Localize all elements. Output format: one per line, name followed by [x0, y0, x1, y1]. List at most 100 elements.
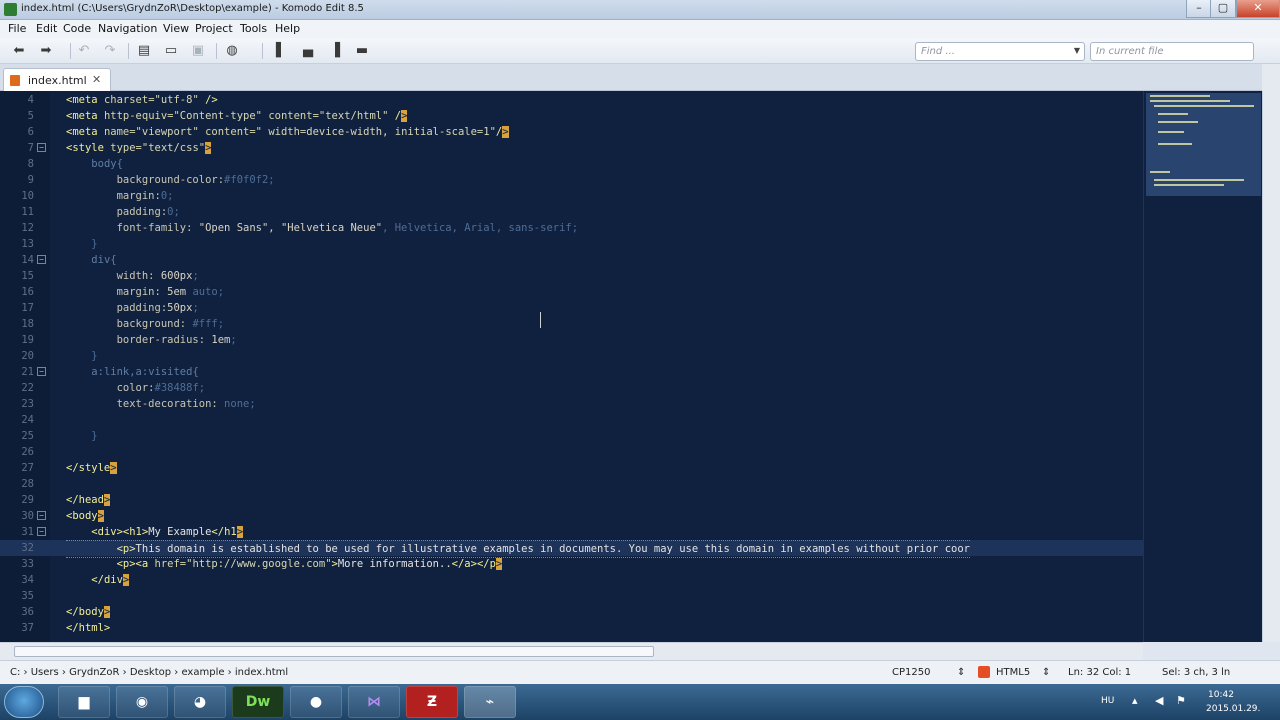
code-line[interactable]: 22 color:#38488f; [0, 380, 1143, 396]
fold-toggle-icon[interactable]: − [37, 143, 46, 152]
code-line[interactable]: 19 border-radius: 1em; [0, 332, 1143, 348]
clock-date[interactable]: 2015.01.29. [1206, 704, 1260, 714]
start-button[interactable] [4, 686, 44, 718]
code-token: padding: [116, 206, 168, 218]
code-line[interactable]: 24 [0, 412, 1143, 428]
menu-tools[interactable]: Tools [240, 22, 267, 35]
chevron-down-icon[interactable]: ▼ [1074, 46, 1080, 55]
dreamweaver-icon[interactable]: Dw [232, 686, 284, 718]
visual-studio-icon[interactable]: ⋈ [348, 686, 400, 718]
menu-edit[interactable]: Edit [36, 22, 57, 35]
filezilla-icon[interactable]: Ƶ [406, 686, 458, 718]
tab-index-html[interactable]: index.html ✕ [3, 68, 111, 91]
breadcrumb-item[interactable]: Desktop [130, 667, 171, 678]
redo-icon[interactable]: ↷ [101, 42, 119, 60]
code-line[interactable]: 13 } [0, 236, 1143, 252]
maximize-button[interactable]: ▢ [1210, 0, 1236, 18]
code-line[interactable]: 10 margin:0; [0, 188, 1143, 204]
code-line[interactable]: 6 <meta name="viewport" content=" width=d… [0, 124, 1143, 140]
code-token: 0; [167, 206, 180, 218]
fold-toggle-icon[interactable]: − [37, 255, 46, 264]
code-line[interactable]: 20 } [0, 348, 1143, 364]
bottom-pane-icon[interactable]: ▄ [299, 42, 317, 60]
breadcrumb-item[interactable]: index.html [235, 667, 288, 678]
code-line[interactable]: 27 </style> [0, 460, 1143, 476]
undo-icon[interactable]: ↶ [75, 42, 93, 60]
vertical-scrollbar[interactable] [1262, 91, 1280, 642]
code-line[interactable]: 32 <p>This domain is established to be u… [0, 540, 1143, 558]
code-line[interactable]: 34 </div> [0, 572, 1143, 588]
code-line[interactable]: 4 <meta charset="utf-8" /> [0, 92, 1143, 108]
code-line[interactable]: 26 [0, 444, 1143, 460]
code-line[interactable]: 8 body{ [0, 156, 1143, 172]
tray-arrow-icon[interactable]: ▴ [1132, 694, 1138, 707]
code-line[interactable]: 11 padding:0; [0, 204, 1143, 220]
komodo-taskbar-icon[interactable]: ⌁ [464, 686, 516, 718]
network-flag-icon[interactable]: ⚑ [1176, 694, 1186, 707]
code-line[interactable]: 7− <style type="text/css"> [0, 140, 1143, 156]
encoding-selector[interactable]: CP1250 [892, 667, 930, 678]
language-selector[interactable]: HTML5 [996, 667, 1030, 678]
open-folder-icon[interactable]: ▭ [162, 42, 180, 60]
new-file-icon[interactable]: ▤ [135, 42, 153, 60]
code-line[interactable]: 29 </head> [0, 492, 1143, 508]
save-icon[interactable]: ▣ [189, 42, 207, 60]
code-line[interactable]: 23 text-decoration: none; [0, 396, 1143, 412]
minimap[interactable] [1143, 91, 1262, 642]
horizontal-scroll-thumb[interactable] [14, 646, 654, 657]
back-icon[interactable]: ⬅ [10, 42, 28, 60]
menu-code[interactable]: Code [63, 22, 91, 35]
code-line[interactable]: 33 <p><a href="http://www.google.com" > Mo… [0, 556, 1143, 572]
explorer-folder-icon[interactable]: ▆ [58, 686, 110, 718]
code-line[interactable]: 14− div{ [0, 252, 1143, 268]
breadcrumb-item[interactable]: C: [10, 667, 20, 678]
right-pane-icon[interactable]: ▐ [326, 42, 344, 60]
code-line[interactable]: 5 <meta http-equiv="Content-type" content… [0, 108, 1143, 124]
language-indicator[interactable]: HU [1101, 696, 1114, 706]
horizontal-scrollbar[interactable] [0, 642, 1143, 660]
code-line[interactable]: 18 background: #fff; [0, 316, 1143, 332]
menu-help[interactable]: Help [275, 22, 300, 35]
breadcrumb-item[interactable]: GrydnZoR [69, 667, 119, 678]
close-button[interactable]: ✕ [1236, 0, 1280, 18]
close-tab-icon[interactable]: ✕ [92, 73, 101, 86]
browser-preview-icon[interactable]: ◍ [223, 42, 241, 60]
search-scope-input[interactable]: In current file [1090, 42, 1254, 61]
code-line[interactable]: 30− <body> [0, 508, 1143, 524]
code-line[interactable]: 16 margin: 5em auto; [0, 284, 1143, 300]
menu-view[interactable]: View [163, 22, 189, 35]
breadcrumb-item[interactable]: example [181, 667, 224, 678]
menu-project[interactable]: Project [195, 22, 233, 35]
code-line[interactable]: 15 width: 600px; [0, 268, 1143, 284]
fold-toggle-icon[interactable]: − [37, 527, 46, 536]
chrome-icon[interactable]: ◉ [116, 686, 168, 718]
code-line[interactable]: 21− a:link,a:visited{ [0, 364, 1143, 380]
language-chevron-icon[interactable]: ⇕ [1042, 667, 1050, 678]
code-line[interactable]: 25 } [0, 428, 1143, 444]
left-pane-icon[interactable]: ▌ [272, 42, 290, 60]
fold-toggle-icon[interactable]: − [37, 511, 46, 520]
breadcrumb-item[interactable]: Users [31, 667, 59, 678]
minimize-button[interactable]: – [1186, 0, 1212, 18]
forward-icon[interactable]: ➡ [37, 42, 55, 60]
menu-navigation[interactable]: Navigation [98, 22, 157, 35]
fold-toggle-icon[interactable]: − [37, 367, 46, 376]
code-line[interactable]: 37 </html> [0, 620, 1143, 636]
focus-mode-icon[interactable]: ▬ [353, 42, 371, 60]
code-line[interactable]: 9 background-color:#f0f0f2; [0, 172, 1143, 188]
menu-file[interactable]: File [8, 22, 26, 35]
code-line[interactable]: 28 [0, 476, 1143, 492]
firefox-icon[interactable]: ◕ [174, 686, 226, 718]
code-line[interactable]: 31− <div><h1>My Example</h1> [0, 524, 1143, 540]
scroll-up-area[interactable] [1262, 64, 1280, 91]
obs-icon[interactable]: ● [290, 686, 342, 718]
code-line[interactable]: 35 [0, 588, 1143, 604]
code-line[interactable]: 12 font-family: "Open Sans", "Helvetica … [0, 220, 1143, 236]
clock-time[interactable]: 10:42 [1208, 690, 1234, 700]
encoding-chevron-icon[interactable]: ⇕ [957, 667, 965, 678]
find-input[interactable]: Find ... ▼ [915, 42, 1085, 61]
code-editor[interactable]: 4 <meta charset="utf-8" /> 5 <meta http-equ… [0, 91, 1143, 642]
volume-icon[interactable]: ◀ [1155, 694, 1163, 707]
code-line[interactable]: 36 </body> [0, 604, 1143, 620]
code-line[interactable]: 17 padding:50px; [0, 300, 1143, 316]
